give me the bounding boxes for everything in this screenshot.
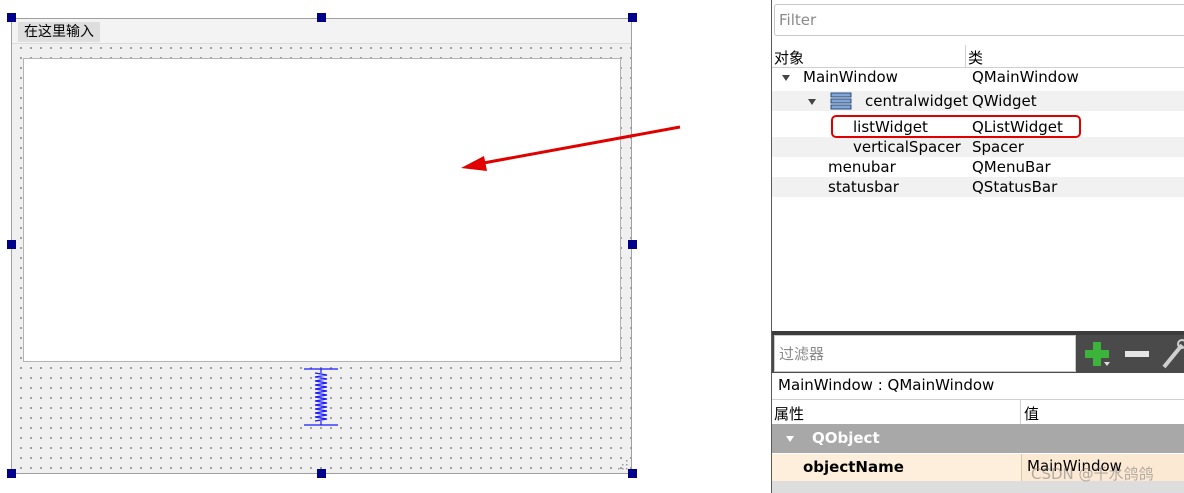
expand-arrow-icon[interactable] bbox=[808, 99, 816, 105]
size-grip-icon[interactable] bbox=[615, 457, 629, 471]
expand-arrow-icon[interactable] bbox=[782, 75, 790, 81]
tree-row-verticalspacer[interactable]: verticalSpacer Spacer bbox=[772, 137, 1184, 157]
header-value[interactable]: 值 bbox=[1024, 403, 1039, 424]
vertical-spacer-icon[interactable] bbox=[304, 368, 338, 426]
object-class: Spacer bbox=[972, 138, 1024, 156]
object-class: QMainWindow bbox=[972, 68, 1079, 86]
tree-row-mainwindow[interactable]: MainWindow QMainWindow bbox=[772, 67, 1184, 87]
header-class[interactable]: 类 bbox=[968, 47, 983, 68]
header-property[interactable]: 属性 bbox=[774, 403, 804, 424]
annotation-highlight-box bbox=[831, 115, 1081, 138]
resize-handle-bottom-right[interactable] bbox=[628, 469, 637, 478]
tree-row-statusbar[interactable]: statusbar QStatusBar bbox=[772, 177, 1184, 197]
object-filter-input[interactable]: Filter bbox=[774, 4, 1184, 36]
property-editor-header: 属性 值 bbox=[772, 399, 1184, 425]
tree-row-centralwidget[interactable]: centralwidget QWidget bbox=[772, 91, 1184, 111]
object-inspector-header: 对象 类 bbox=[772, 45, 1184, 68]
layout-icon bbox=[830, 92, 852, 110]
object-name: statusbar bbox=[828, 178, 899, 196]
group-label: QObject bbox=[812, 429, 880, 447]
watermark-text: CSDN @千水鸽鸽 bbox=[1031, 465, 1154, 483]
selected-class-label: MainWindow : QMainWindow bbox=[778, 376, 995, 394]
tree-row-menubar[interactable]: menubar QMenuBar bbox=[772, 157, 1184, 177]
object-class: QWidget bbox=[972, 92, 1037, 110]
property-name: objectName bbox=[803, 458, 904, 476]
configure-wrench-icon[interactable] bbox=[1160, 339, 1184, 369]
object-class: QMenuBar bbox=[972, 158, 1051, 176]
property-toolbar: 过滤器 bbox=[772, 335, 1184, 373]
resize-handle-bottom[interactable] bbox=[317, 469, 326, 478]
property-group-qobject[interactable]: QObject bbox=[772, 424, 1184, 453]
object-name: menubar bbox=[828, 158, 896, 176]
collapse-arrow-icon[interactable] bbox=[786, 436, 794, 442]
resize-handle-bottom-left[interactable] bbox=[7, 469, 16, 478]
remove-property-icon[interactable] bbox=[1124, 341, 1150, 367]
property-filter-input[interactable]: 过滤器 bbox=[774, 335, 1076, 372]
header-object[interactable]: 对象 bbox=[774, 47, 804, 68]
object-name: MainWindow bbox=[803, 68, 898, 86]
object-name: centralwidget bbox=[865, 92, 968, 110]
object-name: verticalSpacer bbox=[853, 138, 961, 156]
add-property-icon[interactable] bbox=[1084, 341, 1110, 367]
right-panel: Filter 对象 类 MainWindow QMainWindow centr… bbox=[771, 0, 1184, 493]
object-class: QStatusBar bbox=[972, 178, 1058, 196]
annotation-arrow-icon bbox=[461, 125, 681, 171]
